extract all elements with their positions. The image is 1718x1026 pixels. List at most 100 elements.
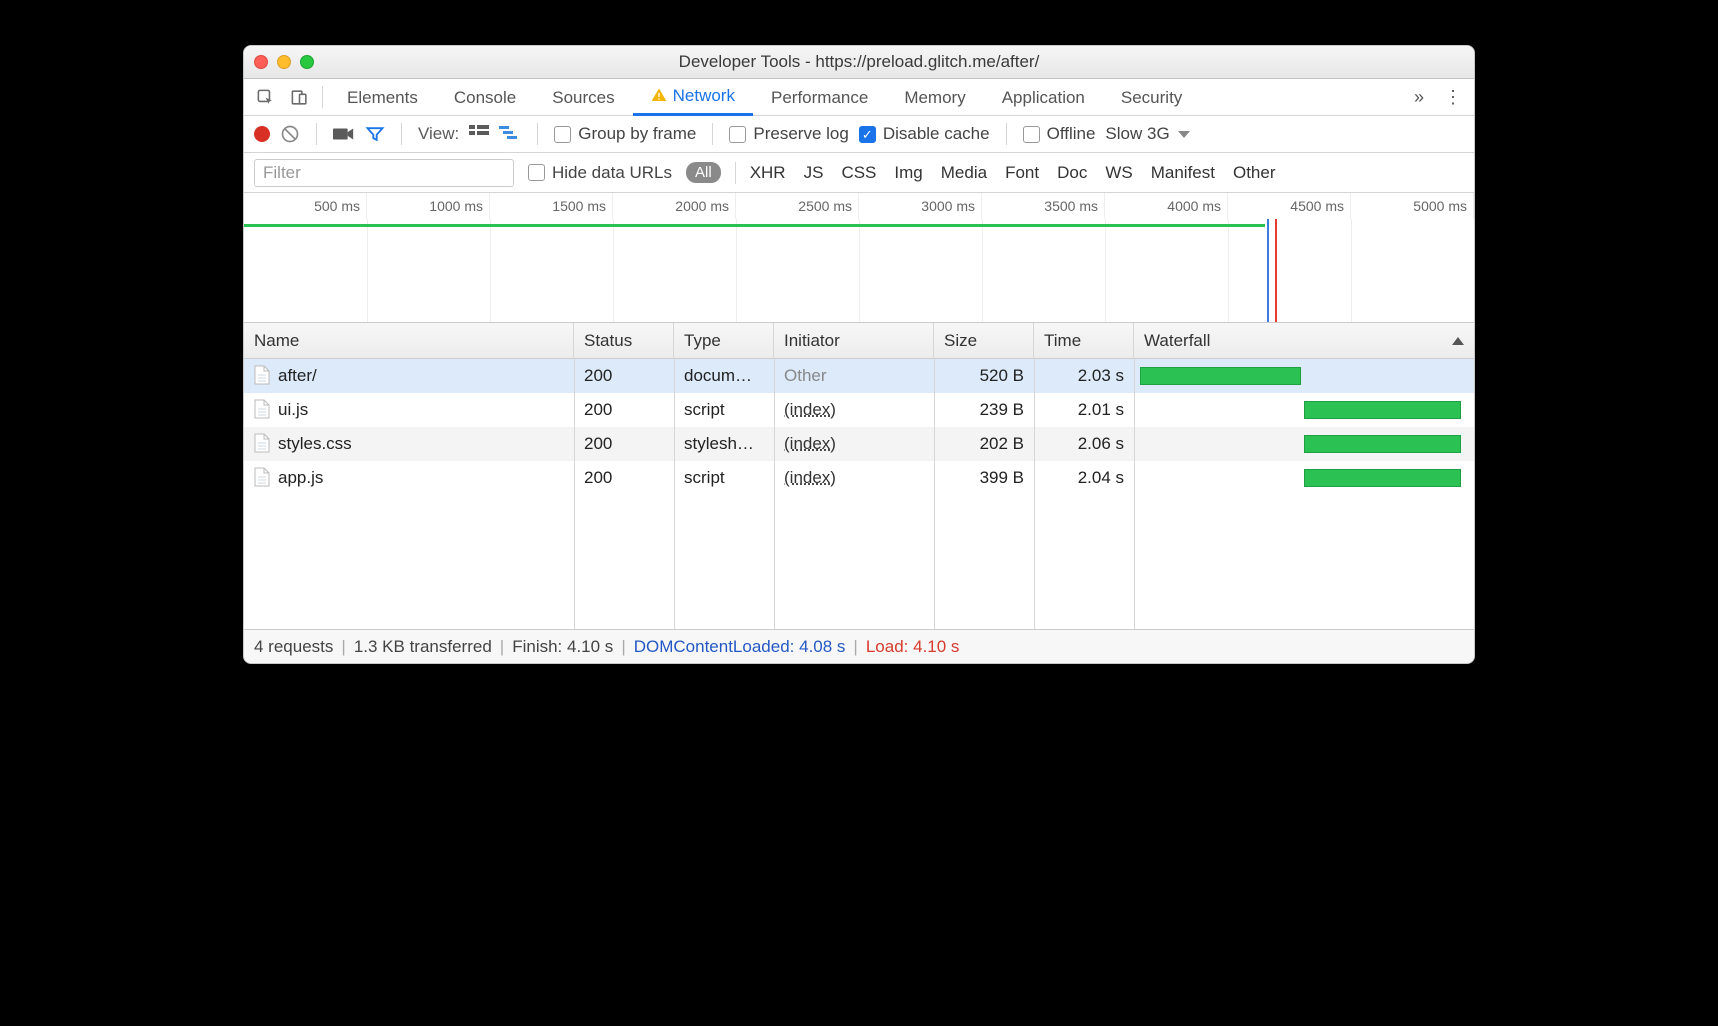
timeline-overview[interactable]: 500 ms1000 ms1500 ms2000 ms2500 ms3000 m…: [244, 193, 1474, 323]
sort-ascending-icon: [1452, 337, 1464, 345]
offline-checkbox[interactable]: Offline: [1023, 124, 1096, 144]
tab-elements[interactable]: Elements: [329, 79, 436, 116]
col-time[interactable]: Time: [1034, 323, 1134, 358]
filter-pill-all[interactable]: All: [686, 162, 721, 183]
preserve-log-checkbox[interactable]: Preserve log: [729, 124, 848, 144]
tab-sources[interactable]: Sources: [534, 79, 632, 116]
filter-input[interactable]: Filter: [254, 159, 514, 187]
filter-type-img[interactable]: Img: [894, 163, 922, 183]
cell-status: 200: [574, 359, 674, 393]
tab-application[interactable]: Application: [984, 79, 1103, 116]
screenshot-icon[interactable]: [333, 126, 355, 142]
timeline-tick: 3000 ms: [859, 193, 982, 219]
cell-initiator[interactable]: (index): [774, 461, 934, 495]
tab-performance[interactable]: Performance: [753, 79, 886, 116]
col-status[interactable]: Status: [574, 323, 674, 358]
col-waterfall[interactable]: Waterfall: [1134, 323, 1474, 358]
network-toolbar: View: Group by frame Preserve log Disabl…: [244, 116, 1474, 153]
tab-console[interactable]: Console: [436, 79, 534, 116]
cell-name: app.js: [244, 461, 574, 495]
table-row[interactable]: after/200docum…Other520 B2.03 s: [244, 359, 1474, 393]
table-row[interactable]: app.js200script(index)399 B2.04 s: [244, 461, 1474, 495]
offline-label: Offline: [1047, 124, 1096, 144]
file-icon: [254, 363, 270, 383]
close-icon[interactable]: [254, 55, 268, 69]
view-label: View:: [418, 124, 459, 144]
traffic-lights: [254, 55, 314, 69]
cell-time: 2.06 s: [1034, 427, 1134, 461]
filter-type-media[interactable]: Media: [941, 163, 987, 183]
waterfall-bar: [1140, 367, 1301, 385]
minimize-icon[interactable]: [277, 55, 291, 69]
inspect-element-icon[interactable]: [248, 79, 282, 116]
cell-name: styles.css: [244, 427, 574, 461]
cell-time: 2.01 s: [1034, 393, 1134, 427]
timeline-tick: 5000 ms: [1351, 193, 1474, 219]
warning-icon: [651, 81, 667, 115]
filter-type-doc[interactable]: Doc: [1057, 163, 1087, 183]
disable-cache-label: Disable cache: [883, 124, 990, 144]
file-icon: [254, 465, 270, 485]
file-icon: [254, 397, 270, 417]
cell-time: 2.03 s: [1034, 359, 1134, 393]
cell-type: script: [674, 393, 774, 427]
group-by-frame-checkbox[interactable]: Group by frame: [554, 124, 696, 144]
record-icon[interactable]: [254, 126, 270, 142]
cell-name: after/: [244, 359, 574, 393]
view-waterfall-icon[interactable]: [499, 124, 521, 145]
hide-data-urls-checkbox[interactable]: Hide data URLs: [528, 163, 672, 183]
requests-table: Name Status Type Initiator Size Time Wat…: [244, 323, 1474, 629]
filter-type-font[interactable]: Font: [1005, 163, 1039, 183]
cell-waterfall: [1134, 359, 1474, 393]
filter-type-xhr[interactable]: XHR: [750, 163, 786, 183]
cell-initiator: Other: [774, 359, 934, 393]
cell-status: 200: [574, 427, 674, 461]
timeline-tick: 4000 ms: [1105, 193, 1228, 219]
col-type[interactable]: Type: [674, 323, 774, 358]
status-requests: 4 requests: [254, 637, 333, 657]
disable-cache-checkbox[interactable]: Disable cache: [859, 124, 990, 144]
device-toolbar-icon[interactable]: [282, 79, 316, 116]
col-size[interactable]: Size: [934, 323, 1034, 358]
cell-size: 520 B: [934, 359, 1034, 393]
tab-security[interactable]: Security: [1103, 79, 1200, 116]
filter-type-other[interactable]: Other: [1233, 163, 1276, 183]
divider: [322, 86, 323, 108]
more-tabs-icon[interactable]: »: [1402, 87, 1436, 108]
zoom-icon[interactable]: [300, 55, 314, 69]
col-name[interactable]: Name: [244, 323, 574, 358]
divider: [316, 123, 317, 145]
tab-network[interactable]: Network: [633, 79, 753, 116]
cell-initiator[interactable]: (index): [774, 393, 934, 427]
panel-tabs: ElementsConsoleSourcesNetworkPerformance…: [244, 79, 1474, 116]
kebab-menu-icon[interactable]: ⋮: [1436, 87, 1470, 108]
throttling-select[interactable]: Slow 3G: [1105, 124, 1189, 144]
timeline-tick: 1500 ms: [490, 193, 613, 219]
tab-memory[interactable]: Memory: [886, 79, 983, 116]
table-row[interactable]: ui.js200script(index)239 B2.01 s: [244, 393, 1474, 427]
devtools-window: Developer Tools - https://preload.glitch…: [243, 45, 1475, 664]
load-marker: [1275, 219, 1277, 322]
filter-icon[interactable]: [365, 124, 385, 144]
filter-type-ws[interactable]: WS: [1105, 163, 1132, 183]
filter-type-js[interactable]: JS: [804, 163, 824, 183]
table-row[interactable]: styles.css200stylesh…(index)202 B2.06 s: [244, 427, 1474, 461]
filter-placeholder: Filter: [263, 163, 301, 183]
timeline-tick: 2000 ms: [613, 193, 736, 219]
checkbox-icon: [729, 126, 746, 143]
preserve-log-label: Preserve log: [753, 124, 848, 144]
cell-waterfall: [1134, 461, 1474, 495]
cell-waterfall: [1134, 427, 1474, 461]
view-large-icon[interactable]: [469, 124, 489, 145]
clear-icon[interactable]: [280, 124, 300, 144]
hide-data-urls-label: Hide data URLs: [552, 163, 672, 183]
filter-type-css[interactable]: CSS: [841, 163, 876, 183]
checkbox-icon: [528, 164, 545, 181]
titlebar: Developer Tools - https://preload.glitch…: [244, 46, 1474, 79]
cell-initiator[interactable]: (index): [774, 427, 934, 461]
chevron-down-icon: [1178, 131, 1190, 138]
file-icon: [254, 431, 270, 451]
filter-type-manifest[interactable]: Manifest: [1151, 163, 1215, 183]
col-initiator[interactable]: Initiator: [774, 323, 934, 358]
cell-type: stylesh…: [674, 427, 774, 461]
